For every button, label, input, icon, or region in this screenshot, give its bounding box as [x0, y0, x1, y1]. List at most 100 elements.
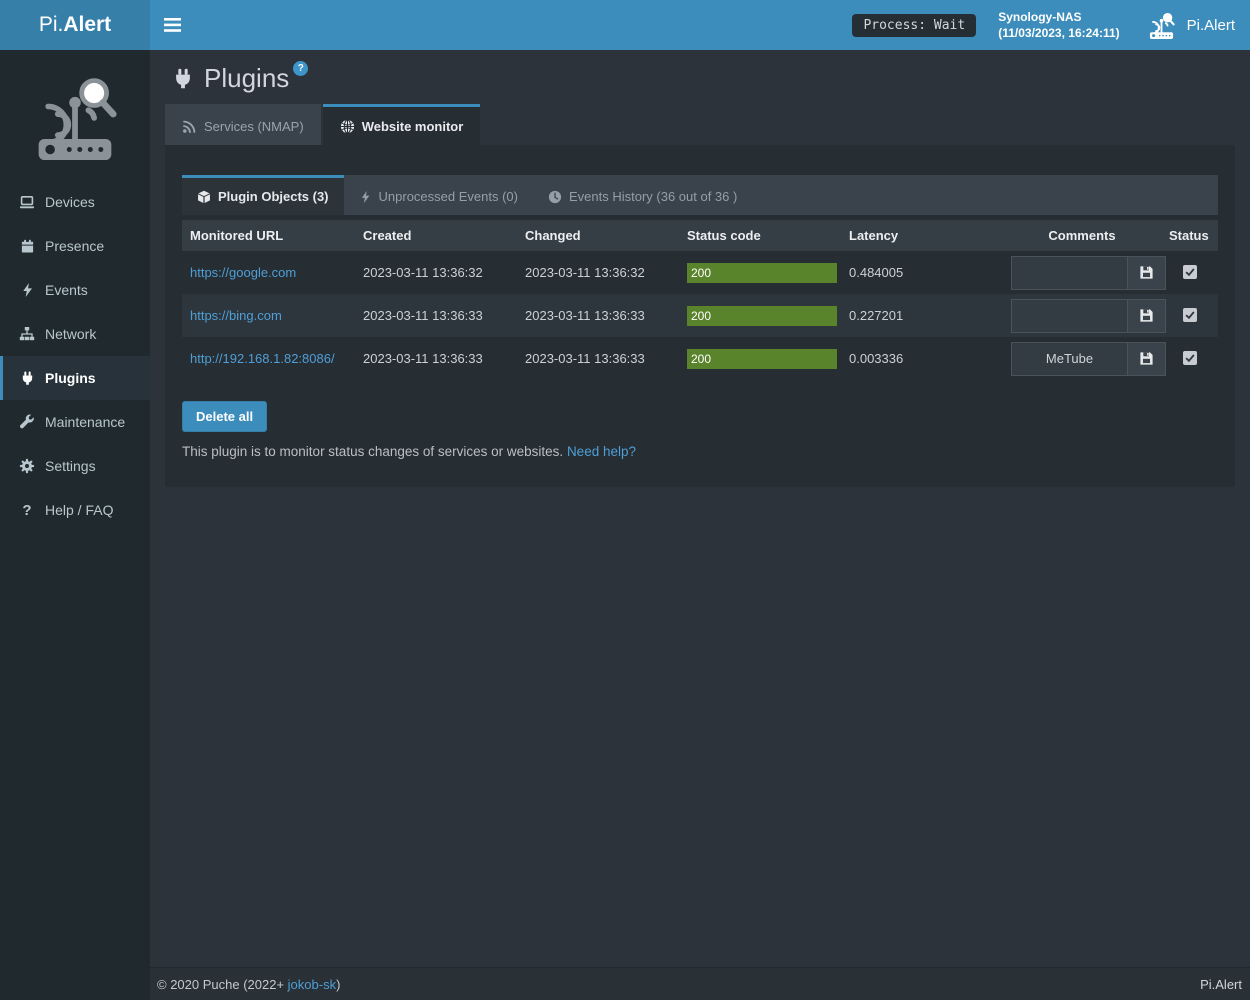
- signal-icon: [182, 119, 197, 134]
- latency-cell: 0.484005: [841, 251, 1003, 294]
- content-area: Plugins ? Services (NMAP) Website monito…: [150, 50, 1250, 967]
- process-status-badge: Process: Wait: [852, 14, 976, 37]
- sidebar-item-presence[interactable]: Presence: [0, 224, 150, 268]
- col-changed: Changed: [517, 220, 679, 251]
- user-menu[interactable]: Pi.Alert: [1146, 11, 1235, 39]
- latency-cell: 0.003336: [841, 337, 1003, 380]
- sidebar-toggle-button[interactable]: [150, 0, 195, 50]
- help-badge[interactable]: ?: [293, 61, 308, 76]
- tab-label: Services (NMAP): [204, 119, 304, 134]
- page-title: Plugins: [204, 63, 289, 94]
- created-cell: 2023-03-11 13:36:33: [355, 337, 517, 380]
- save-comment-button[interactable]: [1127, 299, 1166, 333]
- sidebar-item-label: Network: [45, 326, 96, 342]
- sidebar-item-plugins[interactable]: Plugins: [0, 356, 150, 400]
- need-help-link[interactable]: Need help?: [567, 444, 636, 459]
- save-comment-button[interactable]: [1127, 256, 1166, 290]
- cube-icon: [197, 190, 211, 204]
- sidebar-item-label: Devices: [45, 194, 95, 210]
- table-row: http://192.168.1.82:8086/ 2023-03-11 13:…: [182, 337, 1218, 380]
- plugin-inner-tabs: Plugin Objects (3) Unprocessed Events (0…: [182, 175, 1218, 215]
- tab-events-history[interactable]: Events History (36 out of 36 ): [533, 175, 752, 215]
- sidebar-item-network[interactable]: Network: [0, 312, 150, 356]
- check-icon: [1184, 309, 1196, 321]
- footer-brand-label: Pi.Alert: [1200, 977, 1242, 992]
- sidebar-item-label: Maintenance: [45, 414, 125, 430]
- plugin-tabs: Services (NMAP) Website monitor: [165, 104, 1250, 145]
- top-navbar: Pi.Alert Process: Wait Synology-NAS (11/…: [0, 0, 1250, 50]
- sidebar-nav: Devices Presence Events Network Plugins …: [0, 180, 150, 532]
- sidebar-item-label: Presence: [45, 238, 104, 254]
- sidebar: Devices Presence Events Network Plugins …: [0, 50, 150, 1000]
- sidebar-item-settings[interactable]: Settings: [0, 444, 150, 488]
- router-logo-icon: [27, 72, 123, 160]
- monitored-url-link[interactable]: https://bing.com: [190, 308, 282, 323]
- save-icon: [1139, 351, 1154, 366]
- comment-group: [1011, 299, 1166, 333]
- sidebar-item-label: Plugins: [45, 370, 96, 386]
- plug-icon: [172, 68, 194, 90]
- col-latency: Latency: [841, 220, 1003, 251]
- hamburger-icon: [164, 18, 181, 32]
- footer-brand: Pi.Alert: [1200, 977, 1242, 992]
- comment-group: [1011, 342, 1166, 376]
- laptop-icon: [18, 194, 36, 210]
- tab-plugin-objects[interactable]: Plugin Objects (3): [182, 175, 344, 215]
- sidebar-item-events[interactable]: Events: [0, 268, 150, 312]
- monitored-url-link[interactable]: http://192.168.1.82:8086/: [190, 351, 335, 366]
- status-checkbox[interactable]: [1183, 308, 1197, 322]
- comment-input[interactable]: [1011, 256, 1127, 290]
- col-comments: Comments: [1003, 220, 1161, 251]
- gear-icon: [18, 458, 36, 474]
- sidebar-item-maintenance[interactable]: Maintenance: [0, 400, 150, 444]
- page-footer: © 2020 Puche (2022+ jokob-sk) Pi.Alert: [150, 967, 1250, 1000]
- tab-services-nmap[interactable]: Services (NMAP): [165, 104, 321, 145]
- tab-website-monitor[interactable]: Website monitor: [323, 104, 481, 145]
- col-created: Created: [355, 220, 517, 251]
- footer-credits: © 2020 Puche (2022+ jokob-sk): [157, 977, 340, 992]
- created-cell: 2023-03-11 13:36:32: [355, 251, 517, 294]
- router-icon: [1146, 11, 1177, 39]
- bolt-icon: [18, 282, 36, 298]
- host-name: Synology-NAS: [998, 9, 1119, 25]
- globe-icon: [340, 119, 355, 134]
- sidebar-item-devices[interactable]: Devices: [0, 180, 150, 224]
- jokob-sk-link[interactable]: jokob-sk: [288, 977, 336, 992]
- plugin-help-text: This plugin is to monitor status changes…: [182, 444, 1218, 459]
- tab-label: Plugin Objects (3): [218, 189, 329, 204]
- changed-cell: 2023-03-11 13:36:32: [517, 251, 679, 294]
- col-status-code: Status code: [679, 220, 841, 251]
- wrench-icon: [18, 414, 36, 430]
- user-label: Pi.Alert: [1187, 17, 1235, 34]
- clock-icon: [548, 190, 562, 204]
- save-comment-button[interactable]: [1127, 342, 1166, 376]
- comment-input[interactable]: [1011, 299, 1127, 333]
- tab-label: Unprocessed Events (0): [379, 189, 518, 204]
- status-code-bar: 200: [687, 349, 837, 369]
- status-checkbox[interactable]: [1183, 351, 1197, 365]
- save-icon: [1139, 308, 1154, 323]
- latency-cell: 0.227201: [841, 294, 1003, 337]
- host-info: Synology-NAS (11/03/2023, 16:24:11): [998, 9, 1119, 41]
- tab-unprocessed-events[interactable]: Unprocessed Events (0): [344, 175, 533, 215]
- status-code-bar: 200: [687, 263, 837, 283]
- table-row: https://bing.com 2023-03-11 13:36:33 202…: [182, 294, 1218, 337]
- help-text: This plugin is to monitor status changes…: [182, 444, 563, 459]
- col-monitored-url: Monitored URL: [182, 220, 355, 251]
- website-monitor-panel: Plugin Objects (3) Unprocessed Events (0…: [165, 145, 1235, 487]
- sidebar-item-help-faq[interactable]: ? Help / FAQ: [0, 488, 150, 532]
- status-checkbox[interactable]: [1183, 265, 1197, 279]
- plug-icon: [18, 371, 36, 386]
- brand-logo[interactable]: Pi.Alert: [0, 0, 150, 50]
- changed-cell: 2023-03-11 13:36:33: [517, 337, 679, 380]
- host-time: (11/03/2023, 16:24:11): [998, 25, 1119, 41]
- status-code-bar: 200: [687, 306, 837, 326]
- monitored-url-link[interactable]: https://google.com: [190, 265, 296, 280]
- check-icon: [1184, 266, 1196, 278]
- tab-label: Events History (36 out of 36 ): [569, 189, 737, 204]
- navbar-main: Process: Wait Synology-NAS (11/03/2023, …: [150, 0, 1250, 50]
- delete-all-button[interactable]: Delete all: [182, 401, 267, 432]
- check-icon: [1184, 352, 1196, 364]
- sidebar-item-label: Events: [45, 282, 88, 298]
- comment-input[interactable]: [1011, 342, 1127, 376]
